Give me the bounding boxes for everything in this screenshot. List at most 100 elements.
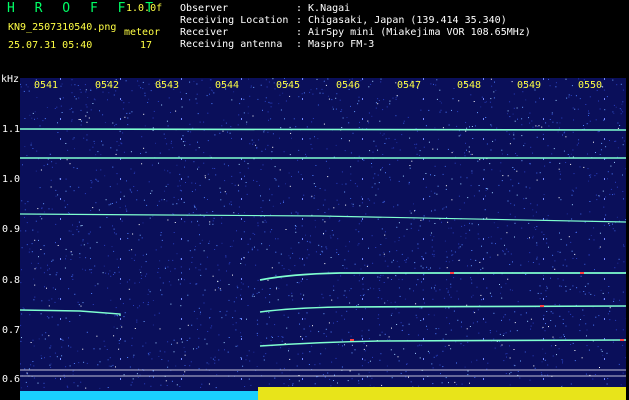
grid-tick (60, 258, 61, 260)
grid-tick (423, 238, 424, 240)
grid-tick (60, 238, 61, 240)
grid-tick (60, 178, 61, 180)
grid-tick (423, 78, 424, 80)
signal-trace (20, 128, 626, 131)
meta-key: Receiver (180, 27, 229, 38)
meta-key: Receiving antenna (180, 39, 283, 50)
grid-tick (362, 218, 363, 220)
grid-tick (120, 198, 121, 200)
grid-tick (483, 238, 484, 240)
grid-tick (60, 278, 61, 280)
meta-row-antenna: Receiving antenna: Maspro FM-3 (180, 39, 374, 50)
grid-tick (60, 78, 61, 80)
filename-label: KN9_2507310540.png (8, 22, 117, 33)
grid-tick (120, 178, 121, 180)
baseline-band-yellow (258, 387, 626, 400)
grid-tick (604, 178, 605, 180)
y-tick-label: 1.0 (2, 174, 21, 185)
grid-tick (362, 98, 363, 100)
grid-tick (362, 258, 363, 260)
grid-tick (543, 78, 544, 80)
grid-tick (483, 258, 484, 260)
meta-value: : K.Nagai (296, 3, 351, 14)
grid-tick (483, 98, 484, 100)
grid-tick (423, 318, 424, 320)
meta-row-location: Receiving Location : Chigasaki, Japan (13… (180, 15, 507, 26)
grid-tick (302, 118, 303, 120)
grid-tick (362, 318, 363, 320)
grid-tick (543, 218, 544, 220)
grid-tick (543, 298, 544, 300)
grid-tick (302, 298, 303, 300)
grid-tick (181, 338, 182, 340)
grid-tick (181, 178, 182, 180)
grid-tick (604, 358, 605, 360)
grid-tick (241, 178, 242, 180)
grid-tick (302, 358, 303, 360)
meta-value: : Chigasaki, Japan (139.414 35.340) (296, 15, 507, 26)
grid-tick (543, 138, 544, 140)
grid-tick (483, 118, 484, 120)
grid-tick (423, 298, 424, 300)
grid-tick (423, 198, 424, 200)
grid-tick (60, 378, 61, 380)
grid-tick (302, 318, 303, 320)
grid-tick (120, 378, 121, 380)
grid-tick (604, 138, 605, 140)
grid-tick (60, 98, 61, 100)
grid-tick (483, 378, 484, 380)
grid-tick (241, 218, 242, 220)
grid-tick (362, 298, 363, 300)
grid-tick (362, 198, 363, 200)
signal-peak (580, 272, 584, 274)
meteor-label: meteor (124, 27, 161, 38)
version-label: 1.0.0f (126, 3, 163, 14)
grid-tick (362, 278, 363, 280)
meta-key: Receiving Location (180, 15, 289, 26)
x-tick-label: 0548 (457, 80, 482, 91)
grid-tick (543, 98, 544, 100)
grid-tick (60, 218, 61, 220)
grid-tick (362, 378, 363, 380)
grid-tick (302, 218, 303, 220)
grid-tick (181, 258, 182, 260)
grid-tick (423, 358, 424, 360)
baseline-band-cyan (20, 391, 258, 400)
grid-tick (120, 258, 121, 260)
grid-tick (362, 358, 363, 360)
spectrogram (20, 78, 626, 400)
grid-tick (604, 198, 605, 200)
grid-tick (241, 318, 242, 320)
y-unit-label: kHz (1, 74, 20, 85)
grid-tick (302, 338, 303, 340)
grid-tick (241, 358, 242, 360)
grid-tick (604, 238, 605, 240)
grid-tick (60, 298, 61, 300)
grid-tick (543, 318, 544, 320)
x-tick-label: 0544 (215, 80, 240, 91)
grid-tick (302, 238, 303, 240)
meta-row-observer: Observer: K.Nagai (180, 3, 350, 14)
grid-tick (181, 378, 182, 380)
grid-tick (423, 118, 424, 120)
grid-tick (604, 278, 605, 280)
grid-tick (362, 178, 363, 180)
meta-value: : AirSpy mini (Miakejima VOR 108.65MHz) (296, 27, 531, 38)
grid-tick (483, 358, 484, 360)
grid-tick (120, 138, 121, 140)
grid-tick (362, 238, 363, 240)
signal-peak (350, 339, 354, 341)
grid-tick (181, 358, 182, 360)
grid-tick (604, 258, 605, 260)
grid-tick (181, 78, 182, 80)
grid-tick (241, 98, 242, 100)
grid-tick (483, 138, 484, 140)
grid-tick (604, 218, 605, 220)
grid-tick (60, 358, 61, 360)
grid-tick (302, 278, 303, 280)
grid-tick (604, 298, 605, 300)
grid-tick (181, 118, 182, 120)
grid-tick (241, 298, 242, 300)
x-tick-label: 0546 (336, 80, 361, 91)
grid-tick (181, 318, 182, 320)
